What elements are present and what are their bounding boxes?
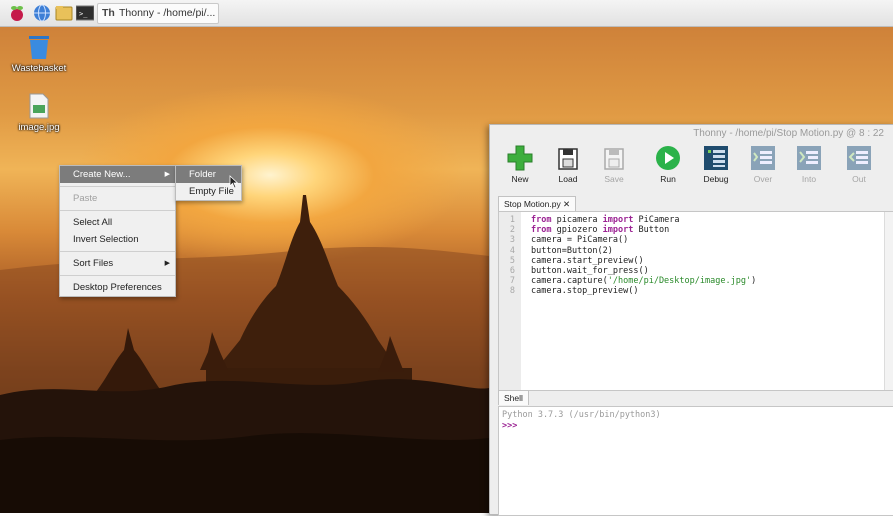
desktop-icon-wastebasket[interactable]: Wastebasket	[1, 34, 77, 74]
menu-item-desktop-preferences[interactable]: Desktop Preferences	[60, 279, 175, 296]
svg-text:>_: >_	[79, 10, 88, 18]
code-line[interactable]: camera.stop_preview()	[531, 286, 756, 296]
taskbar-window-label: Thonny - /home/pi/...	[119, 7, 216, 19]
toolbar: New Load Save Run Debug Over Into Out	[490, 143, 893, 193]
code-token: PiCamera	[633, 215, 680, 225]
shell-banner: Python 3.7.3 (/usr/bin/python3)	[502, 410, 661, 420]
code-token: Button	[633, 225, 670, 236]
code-line[interactable]: button=Button(2)	[531, 246, 756, 256]
editor-scrollbar[interactable]	[884, 212, 893, 390]
line-number: 8	[509, 286, 515, 297]
line-number: 4	[509, 245, 515, 256]
web-browser-icon[interactable]	[33, 4, 51, 22]
save-button[interactable]: Save	[592, 145, 636, 184]
debug-icon	[704, 146, 728, 170]
code-token: )	[751, 276, 757, 287]
code-line[interactable]: camera.capture('/home/pi/Desktop/image.j…	[531, 276, 756, 286]
desktop-context-menu: Create New... ▶ Paste Select All Invert S…	[59, 165, 176, 297]
taskbar-thonny-window-button[interactable]: Th Thonny - /home/pi/...	[97, 3, 219, 24]
code-editor[interactable]: 12345678 from picamera import PiCamera fr…	[498, 211, 893, 391]
shell-prompt: >>>	[502, 421, 518, 431]
menu-separator	[60, 251, 175, 252]
step-over-icon	[751, 146, 775, 170]
new-button[interactable]: New	[498, 145, 542, 184]
code-token: button.wait_for_press()	[531, 265, 649, 276]
code-line[interactable]: camera.start_preview()	[531, 256, 756, 266]
code-keyword: from	[531, 225, 552, 236]
submenu-arrow-icon: ▶	[164, 171, 170, 178]
raspberry-menu-icon[interactable]	[8, 4, 26, 22]
line-number: 7	[509, 276, 515, 287]
menu-separator	[60, 210, 175, 211]
code-token: button=Button(2)	[531, 245, 613, 256]
terminal-icon[interactable]: >_	[75, 4, 95, 22]
load-button[interactable]: Load	[546, 145, 590, 184]
line-number: 5	[509, 255, 515, 266]
wastebasket-icon	[29, 36, 49, 59]
menu-item-create-new[interactable]: Create New... ▶	[60, 166, 175, 183]
thonny-app-icon: Th	[102, 7, 115, 19]
step-out-button[interactable]: Out	[837, 145, 881, 184]
shell-console[interactable]: Python 3.7.3 (/usr/bin/python3) >>>	[498, 406, 893, 516]
menu-item-invert-selection[interactable]: Invert Selection	[60, 231, 175, 248]
line-number: 2	[509, 225, 515, 236]
shell-pane: Shell Python 3.7.3 (/usr/bin/python3) >>…	[498, 389, 893, 516]
code-token: picamera	[551, 215, 603, 225]
image-file-icon	[29, 93, 49, 119]
code-line[interactable]: from gpiozero import Button	[531, 225, 756, 235]
run-play-icon	[656, 146, 680, 170]
code-string: '/home/pi/Desktop/image.jpg'	[607, 276, 752, 287]
taskbar: >_ Th Thonny - /home/pi/...	[0, 0, 893, 27]
desktop-icon-label: Wastebasket	[11, 63, 67, 74]
load-file-icon	[558, 148, 578, 170]
save-file-icon	[604, 148, 624, 170]
code-token: camera = PiCamera()	[531, 235, 629, 246]
menu-item-select-all[interactable]: Select All	[60, 214, 175, 231]
step-over-button[interactable]: Over	[741, 145, 785, 184]
editor-pane: Stop Motion.py ✕ 12345678 from picamera …	[498, 196, 893, 392]
step-out-icon	[847, 146, 871, 170]
code-token: camera.start_preview()	[531, 255, 644, 266]
code-line[interactable]: from picamera import PiCamera	[531, 215, 756, 225]
code-token: camera.capture(	[531, 276, 608, 287]
line-number: 1	[509, 215, 515, 225]
thonny-window: Thonny - /home/pi/Stop Motion.py @ 8 : 2…	[489, 124, 893, 516]
desktop-icon-label: image.jpg	[18, 122, 60, 133]
menu-item-sort-files[interactable]: Sort Files ▶	[60, 255, 175, 272]
code-token: gpiozero	[551, 225, 603, 236]
code-keyword: import	[602, 225, 634, 236]
new-plus-icon	[507, 145, 533, 171]
code-line[interactable]: camera = PiCamera()	[531, 235, 756, 245]
submenu-arrow-icon: ▶	[164, 260, 170, 267]
file-manager-icon[interactable]	[55, 4, 73, 22]
code-token: camera.stop_preview()	[531, 286, 639, 297]
shell-tab[interactable]: Shell	[498, 390, 529, 405]
run-button[interactable]: Run	[646, 145, 690, 184]
mouse-cursor-icon	[229, 175, 239, 189]
line-number-gutter: 12345678	[499, 212, 521, 390]
code-keyword: import	[602, 215, 634, 225]
editor-tab-stop-motion[interactable]: Stop Motion.py ✕	[498, 196, 577, 211]
code-line[interactable]: button.wait_for_press()	[531, 266, 756, 276]
code-keyword: from	[531, 215, 552, 225]
window-title: Thonny - /home/pi/Stop Motion.py @ 8 : 2…	[693, 128, 884, 139]
desktop-icon-image-jpg[interactable]: image.jpg	[1, 93, 77, 133]
code-text[interactable]: from picamera import PiCamera from gpioze…	[531, 215, 756, 297]
line-number: 3	[509, 235, 515, 246]
menu-separator	[60, 275, 175, 276]
debug-button[interactable]: Debug	[694, 145, 738, 184]
line-number: 6	[509, 265, 515, 276]
menu-item-paste[interactable]: Paste	[60, 190, 175, 207]
menu-separator	[60, 186, 175, 187]
step-into-button[interactable]: Into	[787, 145, 831, 184]
step-into-icon	[797, 146, 821, 170]
